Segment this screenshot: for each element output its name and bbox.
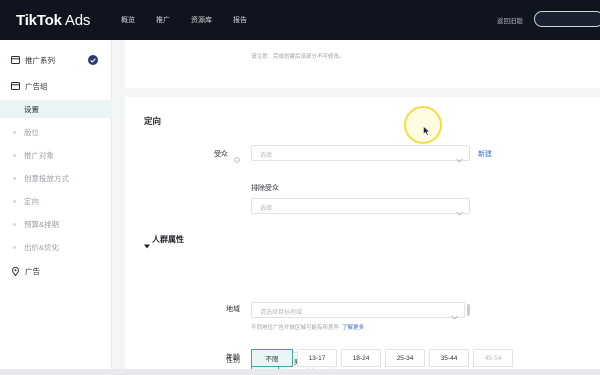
sidebar-item-ad[interactable]: 广告 [0, 262, 112, 280]
sidebar-item-placement[interactable]: 版位 [0, 123, 112, 141]
notice-card: 请注意：完成创建后该部分不可修改。 [125, 40, 600, 88]
audience-placeholder: 选填 [260, 153, 273, 159]
bullet-dot [13, 130, 16, 134]
demographics-title[interactable]: 人群属性 [152, 234, 184, 245]
region-placeholder: 请选择目标地域 [260, 310, 303, 316]
tiktok-ads-logo[interactable]: TikTok Ads [16, 12, 121, 29]
sidebar-item-promotion-target-label: 推广对象 [24, 150, 54, 160]
main-content: 请注意：完成创建后该部分不可修改。 定向 受众 选填 新建 排除受众 选填 人群… [125, 40, 600, 375]
top-search-box[interactable] [534, 11, 600, 27]
region-select[interactable]: 请选择目标地域 [251, 302, 465, 320]
sidebar-item-campaign[interactable]: 推广系列 [0, 51, 112, 69]
age-label: 年龄 [226, 354, 240, 361]
sidebar-item-budget-schedule-label: 预算&排期 [24, 219, 60, 229]
sidebar-item-promotion-target[interactable]: 推广对象 [0, 146, 112, 164]
sidebar-item-adgroup-label: 广告组 [25, 81, 48, 91]
chevron-down-icon [456, 150, 463, 168]
info-icon [234, 150, 240, 168]
exclude-audience-select[interactable]: 选填 [251, 198, 470, 216]
audience-label: 受众 [214, 151, 228, 158]
logo-sub-text: Ads [61, 11, 91, 29]
sidebar-item-settings-label: 设置 [24, 104, 39, 114]
sidebar-item-budget-schedule[interactable]: 预算&排期 [0, 215, 112, 233]
top-navigation-bar: TikTok Ads 概览 推广 资源库 报告 返回旧版 [0, 0, 600, 40]
nav-overview[interactable]: 概览 [121, 15, 135, 25]
age-option-18-24[interactable]: 18-24 [341, 349, 381, 367]
bullet-dot [13, 153, 16, 157]
sidebar-item-settings[interactable]: 设置 [0, 100, 112, 118]
sidebar-item-bidding[interactable]: 出价&优化 [0, 238, 112, 256]
sidebar: 推广系列 广告组 设置 版位 推广对象 创意投放方式 定向 预算&排期 出价&优… [0, 40, 112, 375]
mouse-pointer-icon [423, 123, 431, 141]
sidebar-item-creative-delivery[interactable]: 创意投放方式 [0, 169, 112, 187]
audience-select[interactable]: 选填 [251, 145, 470, 163]
age-option-25-34[interactable]: 25-34 [385, 349, 425, 367]
taskbar-strip [0, 369, 600, 375]
bullet-dot [13, 108, 16, 111]
exclude-audience-placeholder: 选填 [260, 206, 273, 212]
targeting-title: 定向 [144, 116, 162, 126]
location-pin-icon [11, 266, 20, 276]
age-option-45-54[interactable]: 45-54 [473, 349, 513, 367]
region-label: 地域 [226, 306, 240, 313]
nav-campaign[interactable]: 推广 [156, 15, 170, 25]
logo-main-text: TikTok [16, 11, 62, 29]
sidebar-item-creative-delivery-label: 创意投放方式 [24, 173, 69, 183]
nav-assets[interactable]: 资源库 [191, 15, 212, 25]
sidebar-item-bidding-label: 出价&优化 [24, 242, 60, 252]
sidebar-item-targeting-label: 定向 [24, 196, 39, 206]
age-option-unlimited[interactable]: 不限 [251, 349, 293, 367]
exclude-audience-label: 排除受众 [251, 185, 279, 192]
bullet-dot [13, 245, 16, 249]
bullet-dot [13, 222, 16, 226]
targeting-card: 定向 受众 选填 新建 排除受众 选填 人群属性 地域 请选择目标地域 不同地位… [125, 97, 600, 375]
region-hint: 不同地位广告开放区域可能有所差异 了解更多 [251, 323, 364, 331]
bullet-dot [13, 176, 16, 180]
chevron-down-icon [451, 307, 458, 325]
return-old-version-link[interactable]: 返回旧版 [497, 15, 523, 25]
nav-reports[interactable]: 报告 [233, 15, 247, 25]
sidebar-item-campaign-label: 推广系列 [25, 55, 55, 65]
folder-icon [11, 56, 20, 65]
top-nav: 概览 推广 资源库 报告 [121, 15, 268, 25]
check-icon [88, 55, 98, 65]
bullet-dot [13, 199, 16, 203]
folder-icon [11, 82, 20, 91]
chevron-down-icon [456, 203, 463, 221]
region-hint-text: 不同地位广告开放区域可能有所差异 [251, 325, 340, 331]
create-audience-link[interactable]: 新建 [478, 149, 492, 159]
sidebar-item-targeting[interactable]: 定向 [0, 192, 112, 210]
age-option-35-44[interactable]: 35-44 [429, 349, 469, 367]
sidebar-item-placement-label: 版位 [24, 127, 39, 137]
region-scroll-handle[interactable] [467, 304, 470, 316]
sidebar-item-ad-label: 广告 [25, 266, 40, 276]
caret-down-icon[interactable] [144, 236, 150, 254]
notice-text: 请注意：完成创建后该部分不可修改。 [251, 54, 345, 60]
age-option-13-17[interactable]: 13-17 [297, 349, 337, 367]
sidebar-item-adgroup[interactable]: 广告组 [0, 77, 112, 95]
learn-more-link[interactable]: 了解更多 [342, 325, 364, 331]
